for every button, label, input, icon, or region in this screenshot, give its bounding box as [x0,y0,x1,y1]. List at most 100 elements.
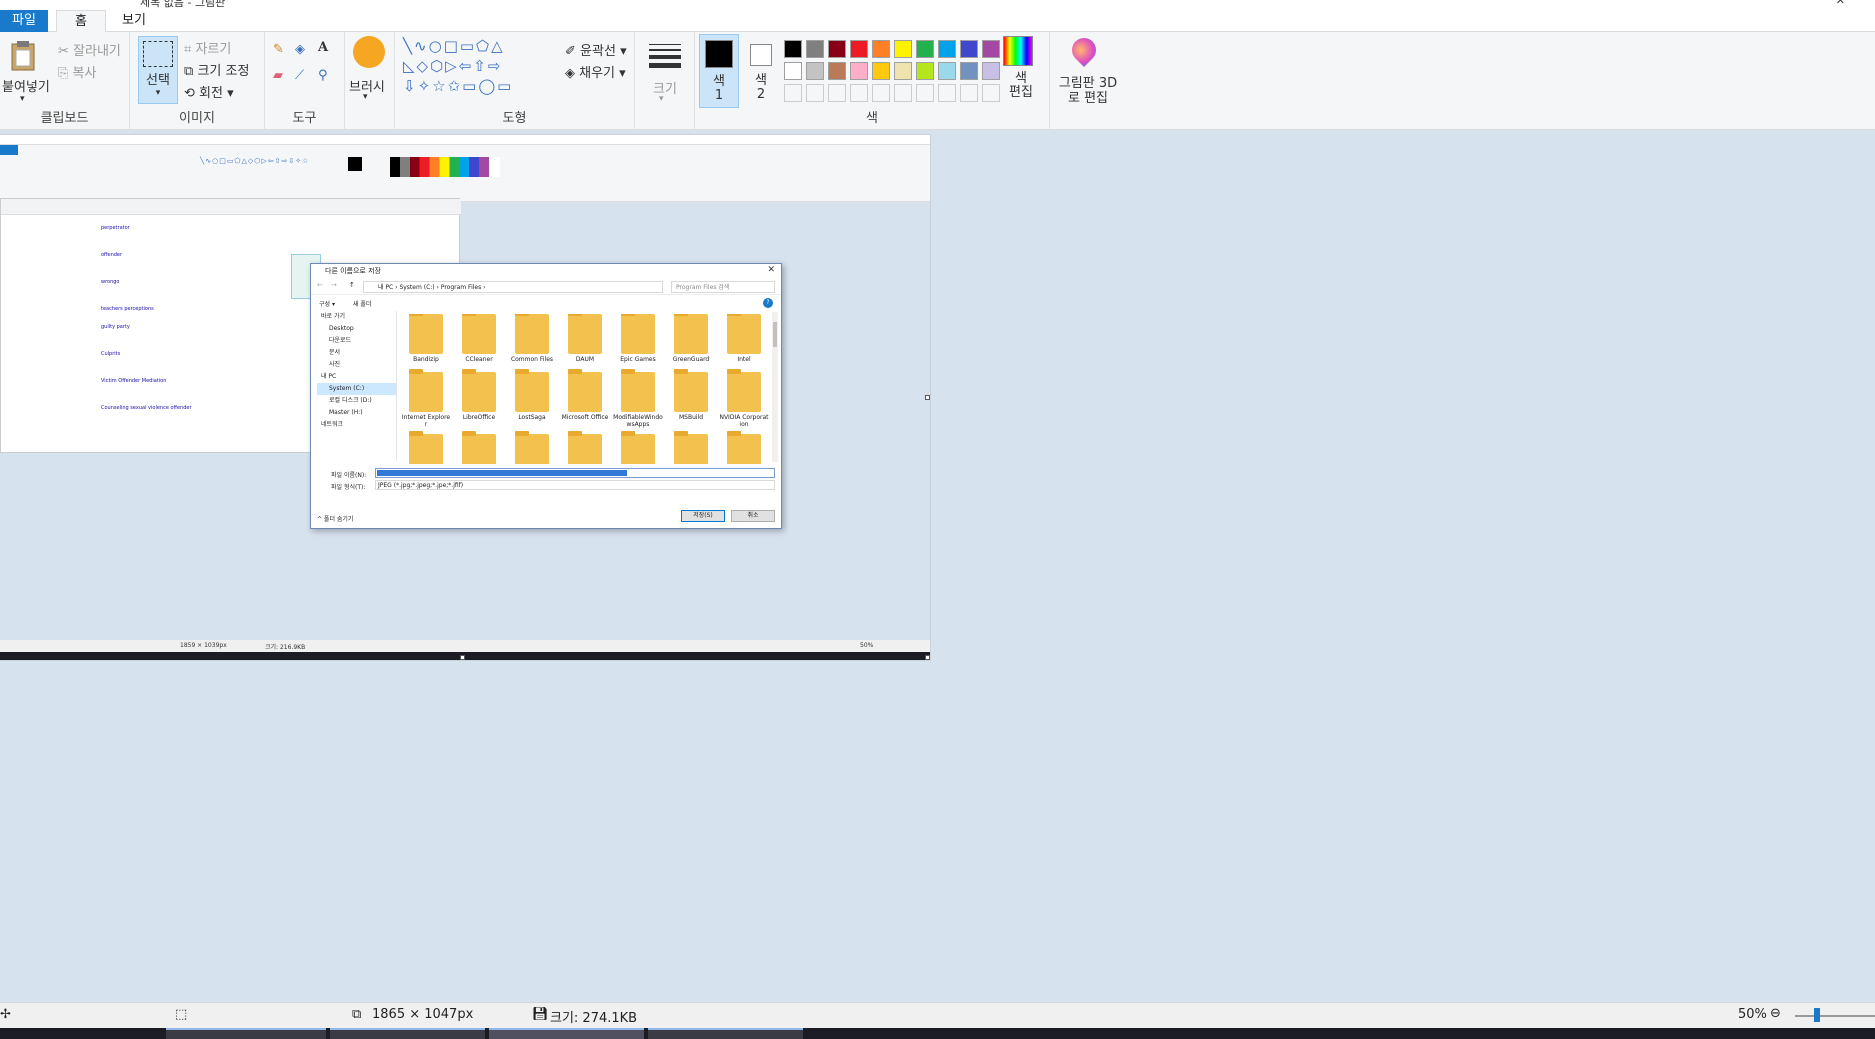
close-icon[interactable]: ✕ [1836,0,1845,7]
outline-button[interactable]: ✐ 윤곽선 ▾ [565,40,627,59]
color-swatch[interactable] [916,62,934,80]
custom-color-slot[interactable] [960,84,978,102]
help-icon[interactable]: ? [763,298,773,308]
custom-color-slot[interactable] [872,84,890,102]
paint3d-group[interactable]: 그림판 3D로 편집 [1050,32,1120,130]
back-icon[interactable]: ← [317,281,323,289]
tree-item[interactable]: 사진 [317,359,396,371]
edit-colors-button[interactable]: 색 편집 [1009,72,1033,100]
pencil-icon[interactable]: ✎ [273,42,284,57]
size-group[interactable]: 크기 ▾ [635,32,695,130]
brushes-group[interactable]: 브러시 ▾ [345,32,395,130]
color-swatch[interactable] [806,62,824,80]
color-swatch[interactable] [872,40,890,58]
color-swatch[interactable] [872,62,890,80]
zoom-slider[interactable] [1795,1015,1875,1017]
custom-color-slot[interactable] [828,84,846,102]
select-button[interactable]: 선택 ▾ [138,36,178,104]
custom-color-slot[interactable] [784,84,802,102]
tree-item[interactable]: 다운로드 [317,335,396,347]
folder-item[interactable] [401,431,451,464]
tree-item[interactable]: System (C:) [317,383,396,395]
color-swatch[interactable] [828,40,846,58]
folder-item[interactable]: GreenGuard [666,314,716,370]
folder-item[interactable]: Intel [719,314,769,370]
folder-item[interactable]: NVIDIA Corporation [719,369,769,428]
folder-item[interactable]: Bandizip [401,314,451,370]
hide-folders-toggle[interactable]: ^ 폴더 숨기기 [317,514,353,523]
folder-item[interactable] [454,431,504,464]
cancel-button[interactable]: 취소 [731,510,775,522]
taskbar-app-2[interactable] [330,1028,485,1039]
color-swatch[interactable] [894,40,912,58]
color-swatch[interactable] [828,62,846,80]
tree-item[interactable]: 바로 가기 [317,311,396,323]
custom-color-slot[interactable] [894,84,912,102]
organize-button[interactable]: 구성 ▾ [319,299,335,308]
save-button[interactable]: 저장(S) [681,510,725,522]
dialog-close-icon[interactable]: ✕ [767,265,775,275]
color-swatch[interactable] [960,40,978,58]
paste-label[interactable]: 붙여넣기 [2,76,50,95]
folder-item[interactable]: Microsoft Office [560,369,610,428]
dialog-search-input[interactable]: Program Files 검색 [671,281,775,293]
address-bar[interactable]: 내 PC › System (C:) › Program Files › [363,281,663,293]
color-swatch[interactable] [784,62,802,80]
resize-handle-bottom[interactable] [460,655,465,660]
filename-input[interactable] [375,468,775,478]
color-swatch[interactable] [938,40,956,58]
zoom-out-icon[interactable]: ⊖ [1770,1006,1781,1021]
custom-color-slot[interactable] [982,84,1000,102]
custom-color-slot[interactable] [806,84,824,102]
color-swatch[interactable] [894,62,912,80]
filetype-select[interactable]: JPEG (*.jpg;*.jpeg;*.jpe;*.jfif) [375,480,775,490]
folder-item[interactable] [507,431,557,464]
color-swatch[interactable] [850,40,868,58]
resize-button[interactable]: ⧉ 크기 조정 [184,60,249,79]
color-swatch[interactable] [806,40,824,58]
color-swatch[interactable] [960,62,978,80]
folder-item[interactable]: Internet Explorer [401,369,451,428]
resize-handle-right[interactable] [925,395,930,400]
folder-item[interactable]: DAUM [560,314,610,370]
tab-file[interactable]: 파일 [0,10,48,32]
folder-item[interactable] [613,431,663,464]
forward-icon[interactable]: → [331,281,337,289]
shapes-gallery[interactable]: ╲∿○□▭⬠△ ◺◇⬡▷⇦⇧⇨ ⇩✧☆✩▭◯▭ [403,36,553,100]
taskbar-app-1[interactable] [166,1028,326,1039]
custom-color-slot[interactable] [850,84,868,102]
tab-view[interactable]: 보기 [104,10,164,32]
cut-button[interactable]: ✂ 잘라내기 [58,40,121,59]
crop-button[interactable]: ⌗ 자르기 [184,38,231,57]
folder-item[interactable]: LostSaga [507,369,557,428]
color-swatch[interactable] [850,62,868,80]
file-list-scrollbar[interactable] [772,312,778,462]
tree-item[interactable]: 네트워크 [317,419,396,431]
folder-item[interactable]: Epic Games [613,314,663,370]
image-canvas[interactable]: ╲∿○□▭⬠△◇⬡▷⇦⇧⇨⇩✧☆ perpetrator offender wron… [0,135,930,660]
new-folder-button[interactable]: 새 폴더 [353,299,371,308]
tree-item[interactable]: 내 PC [317,371,396,383]
paste-button[interactable] [8,40,38,72]
folder-item[interactable]: Common Files [507,314,557,370]
eraser-icon[interactable]: ▰ [273,68,283,83]
tree-item[interactable]: 문서 [317,347,396,359]
up-icon[interactable]: ↑ [349,281,355,289]
fill-button[interactable]: ◈ 채우기 ▾ [565,62,626,81]
folder-item[interactable] [719,431,769,464]
custom-color-slot[interactable] [938,84,956,102]
zoom-slider-thumb[interactable] [1814,1008,1820,1022]
custom-color-slot[interactable] [916,84,934,102]
paste-dropdown-icon[interactable]: ▾ [20,94,25,104]
resize-handle-corner[interactable] [925,655,930,660]
copy-button[interactable]: ⎘ 복사 [58,62,96,81]
magnifier-icon[interactable]: ⚲ [318,68,328,83]
folder-item[interactable] [560,431,610,464]
folder-item[interactable]: MSBuild [666,369,716,428]
folder-item[interactable]: LibreOffice [454,369,504,428]
color-picker-icon[interactable]: ⟋ [295,68,304,83]
tree-item[interactable]: 로컬 디스크 (D:) [317,395,396,407]
folder-item[interactable]: ModifiableWindowsApps [613,369,663,428]
text-icon[interactable]: A [318,40,328,55]
color-swatch[interactable] [982,62,1000,80]
